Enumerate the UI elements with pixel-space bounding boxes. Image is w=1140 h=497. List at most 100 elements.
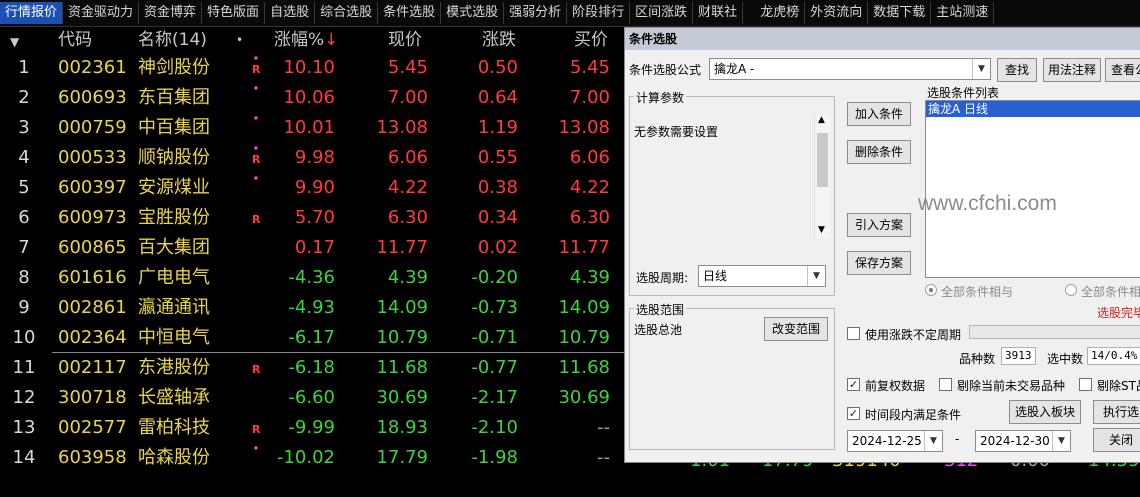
save-plan-button[interactable]: 保存方案	[847, 251, 911, 275]
r-marker: R	[252, 423, 261, 436]
view-formula-button[interactable]: 查看公	[1105, 58, 1140, 82]
scroll-thumb[interactable]	[817, 133, 828, 187]
period-value: 日线	[703, 269, 728, 283]
delete-condition-button[interactable]: 删除条件	[847, 140, 911, 164]
menu-item-4[interactable]: 特色版面	[202, 2, 266, 24]
all-or-radio[interactable]	[1065, 284, 1077, 296]
table-row[interactable]: 6 600973 宝胜股份 5.70 6.30 0.34 6.30 R	[0, 203, 640, 233]
table-row[interactable]: 9 002861 瀛通通讯 -4.93 14.09 -0.73 14.09	[0, 293, 640, 323]
params-scrollbar[interactable]: ▲ ▼	[814, 115, 830, 239]
exclude-st-checkbox[interactable]	[1079, 378, 1092, 391]
menu-item-2[interactable]: 资金驱动力	[63, 2, 140, 24]
row-index: 10	[12, 327, 36, 348]
close-button[interactable]: 关闭	[1093, 428, 1140, 452]
no-params-text: 无参数需要设置	[634, 125, 719, 139]
menu-item-6[interactable]: 综合选股	[315, 2, 379, 24]
condition-list[interactable]: 擒龙A 日线	[925, 100, 1140, 278]
condition-list-item[interactable]: 擒龙A 日线	[926, 101, 1140, 117]
add-condition-button[interactable]: 加入条件	[847, 102, 911, 126]
price-change: -0.73	[471, 297, 518, 318]
menu-item-11[interactable]: 区间涨跌	[630, 2, 694, 24]
menu-item-7[interactable]: 条件选股	[378, 2, 442, 24]
selected-value: 14/0.4%	[1087, 347, 1140, 365]
all-and-radio[interactable]	[925, 284, 937, 296]
chevron-down-icon[interactable]: ▼	[972, 59, 990, 79]
chevron-down-icon[interactable]: ▼	[924, 431, 942, 451]
dot-marker-icon: ■	[254, 145, 258, 150]
change-pct: 10.01	[283, 117, 335, 138]
table-row[interactable]: 7 600865 百大集团 0.17 11.77 0.02 11.77	[0, 233, 640, 263]
sort-toggle-icon[interactable]: ▼	[10, 29, 19, 55]
table-row[interactable]: 10 002364 中恒电气 -6.17 10.79 -0.71 10.79	[0, 323, 640, 353]
change-pct: 10.06	[283, 87, 335, 108]
header-price[interactable]: 现价	[388, 27, 422, 53]
formula-select[interactable]: 擒龙A - ▼	[709, 58, 991, 80]
execute-button[interactable]: 执行选	[1093, 400, 1140, 424]
row-index: 9	[18, 297, 30, 318]
menu-item-16[interactable]: 主站测速	[931, 2, 995, 24]
menu-item-1[interactable]: 行情报价	[0, 2, 64, 24]
import-plan-button[interactable]: 引入方案	[847, 213, 911, 237]
buy-price: 11.68	[558, 357, 610, 378]
table-row[interactable]: 1 002361 神剑股份 10.10 5.45 0.50 5.45 ■ R	[0, 53, 640, 83]
find-button[interactable]: 查找	[997, 58, 1037, 82]
change-pct: -4.93	[288, 297, 335, 318]
formula-label: 条件选股公式	[629, 63, 702, 77]
to-block-button[interactable]: 选股入板块	[1009, 400, 1081, 424]
stock-code: 002117	[58, 357, 127, 378]
change-pct: 9.98	[294, 147, 335, 168]
menu-item-10[interactable]: 阶段排行	[567, 2, 631, 24]
buy-price: 14.09	[558, 297, 610, 318]
menu-item-5[interactable]: 自选股	[265, 2, 316, 24]
table-row[interactable]: 12 300718 长盛轴承 -6.60 30.69 -2.17 30.69	[0, 383, 640, 413]
menu-item-8[interactable]: 模式选股	[441, 2, 505, 24]
date-separator: -	[955, 432, 960, 446]
price-change: -0.77	[471, 357, 518, 378]
menu-item-3[interactable]: 资金博弈	[139, 2, 203, 24]
table-row[interactable]: 14 603958 哈森股份 -10.02 17.79 -1.98 -- ■	[0, 443, 640, 473]
table-row[interactable]: 5 600397 安源煤业 9.90 4.22 0.38 4.22 ■	[0, 173, 640, 203]
scroll-up-icon[interactable]: ▲	[818, 115, 825, 125]
scroll-down-icon[interactable]: ▼	[818, 225, 825, 235]
time-condition-label: 时间段内满足条件	[865, 408, 962, 422]
period-select[interactable]: 日线 ▼	[698, 265, 826, 287]
indeterminate-period-checkbox[interactable]	[847, 327, 860, 340]
header-change[interactable]: 涨跌	[482, 27, 516, 53]
done-status: 选股完毕	[1097, 306, 1140, 320]
chevron-down-icon[interactable]: ▼	[1052, 431, 1070, 451]
table-row[interactable]: 13 002577 雷柏科技 -9.99 18.93 -2.10 -- R	[0, 413, 640, 443]
header-change-pct-label: 涨幅%	[274, 30, 325, 50]
table-row[interactable]: 3 000759 中百集团 10.01 13.08 1.19 13.08 ■	[0, 113, 640, 143]
dot-marker-icon: ■	[254, 445, 258, 450]
chevron-down-icon[interactable]: ▼	[807, 266, 825, 286]
change-range-button[interactable]: 改变范围	[764, 317, 828, 341]
row-index: 7	[18, 237, 30, 258]
header-name[interactable]: 名称(14)	[138, 27, 207, 53]
time-condition-checkbox[interactable]: ✓	[847, 407, 860, 420]
stock-code: 600865	[58, 237, 127, 258]
header-dot: •	[236, 33, 244, 47]
change-pct: -9.99	[288, 417, 335, 438]
menu-item-12[interactable]: 财联社	[693, 2, 744, 24]
menu-item-15[interactable]: 数据下载	[868, 2, 932, 24]
date-to-picker[interactable]: 2024-12-30 ▼	[975, 430, 1071, 452]
table-row[interactable]: 2 600693 东百集团 10.06 7.00 0.64 7.00 ■	[0, 83, 640, 113]
header-change-pct[interactable]: 涨幅%↓	[274, 27, 338, 53]
header-code[interactable]: 代码	[58, 27, 92, 53]
pre-adjust-checkbox[interactable]: ✓	[847, 378, 860, 391]
menu-item-13[interactable]: 龙虎榜	[755, 2, 806, 24]
progress-bar	[969, 325, 1140, 339]
dialog-title[interactable]: 条件选股	[625, 28, 1140, 50]
buy-price: 6.06	[569, 147, 610, 168]
date-from-picker[interactable]: 2024-12-25 ▼	[847, 430, 943, 452]
stock-name: 长盛轴承	[138, 387, 210, 408]
table-row[interactable]: 11 002117 东港股份 -6.18 11.68 -0.77 11.68 R	[0, 353, 640, 383]
exclude-untraded-checkbox[interactable]	[939, 378, 952, 391]
menu-item-9[interactable]: 强弱分析	[504, 2, 568, 24]
table-row[interactable]: 4 000533 顺钠股份 9.98 6.06 0.55 6.06 ■ R	[0, 143, 640, 173]
header-buy-price[interactable]: 买价	[574, 27, 608, 53]
menu-item-14[interactable]: 外资流向	[805, 2, 869, 24]
table-row[interactable]: 8 601616 广电电气 -4.36 4.39 -0.20 4.39	[0, 263, 640, 293]
r-marker: R	[252, 363, 261, 376]
usage-notes-button[interactable]: 用法注释	[1043, 58, 1101, 82]
